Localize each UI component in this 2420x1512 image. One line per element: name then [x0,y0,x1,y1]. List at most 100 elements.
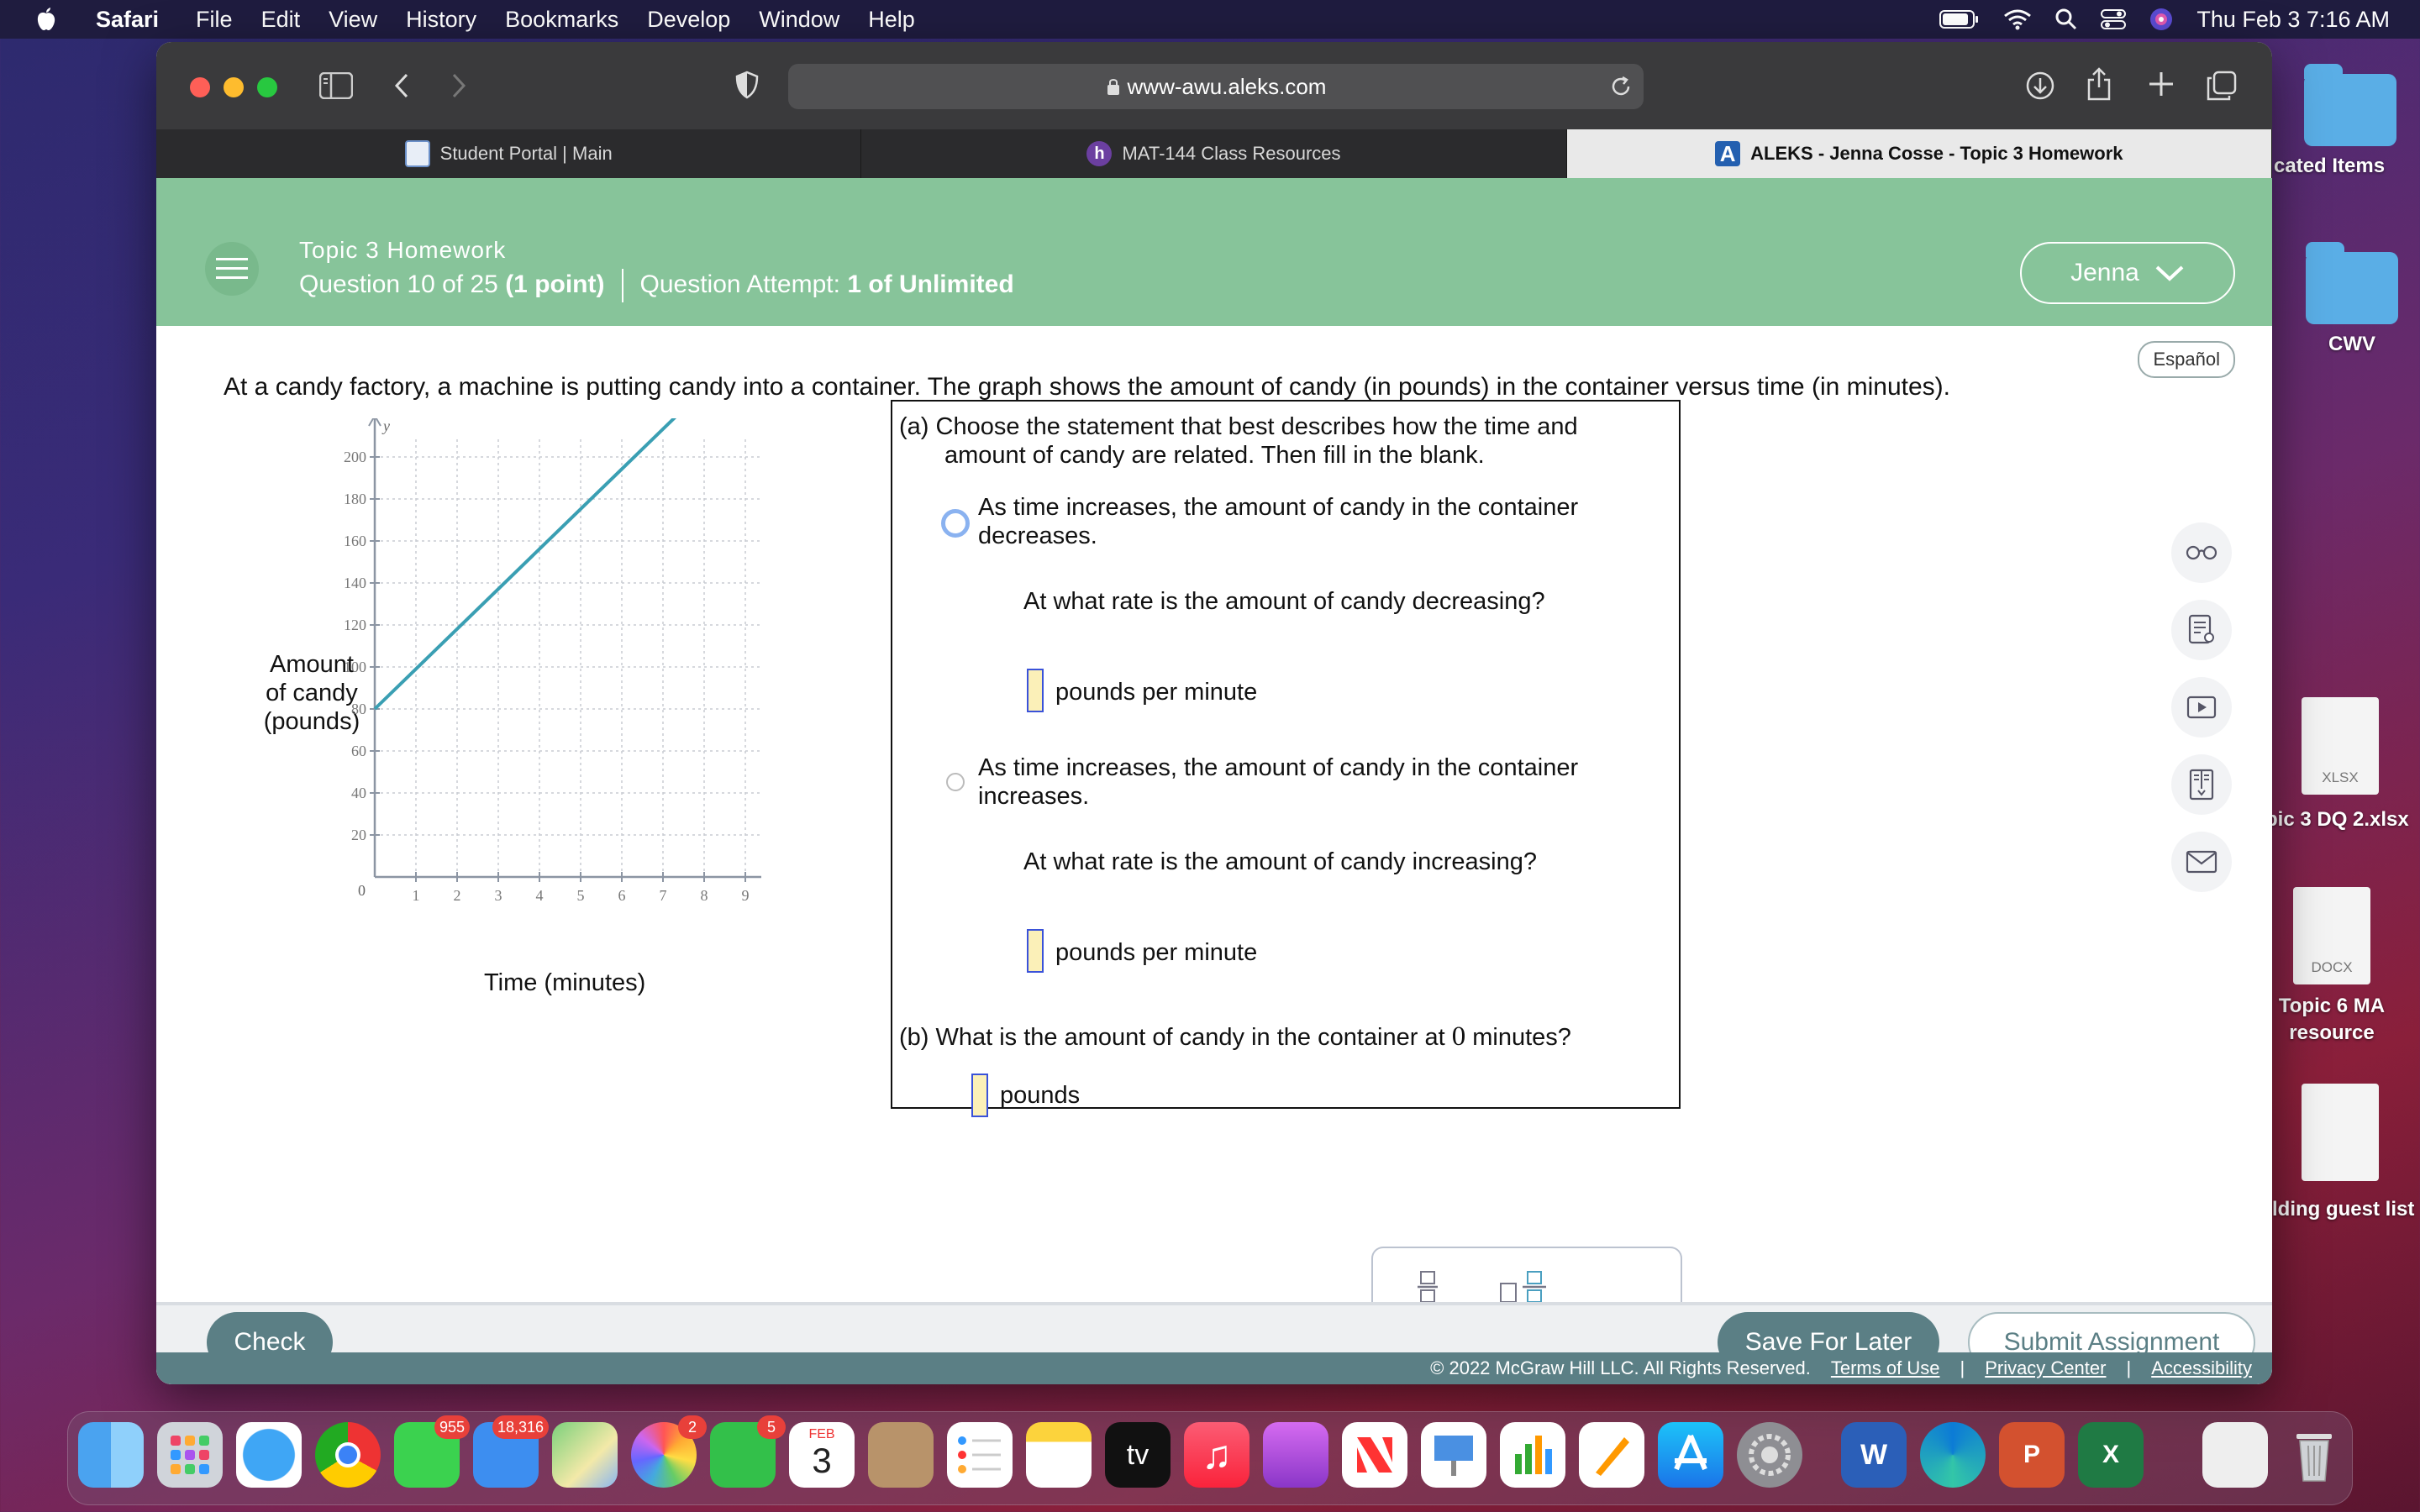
music-icon[interactable]: ♫ [1184,1422,1249,1488]
battery-icon[interactable] [1939,9,1980,29]
safari-compass-icon[interactable] [236,1422,302,1488]
amount-at-zero-input[interactable] [971,1074,988,1117]
rate-decreasing-input[interactable] [1027,669,1044,712]
app-store-icon[interactable] [1658,1422,1723,1488]
edge-icon[interactable] [1920,1422,1986,1488]
sidebar-toggle-icon[interactable] [318,71,354,103]
tab-aleks-homework[interactable]: A ALEKS - Jenna Cosse - Topic 3 Homework [1566,129,2272,178]
x-tick-label: 3 [495,887,502,904]
terms-of-use-link[interactable]: Terms of Use [1831,1357,1940,1379]
menu-window[interactable]: Window [759,7,839,33]
desktop-file-xlsx[interactable]: XLSX pic 3 DQ 2.xlsx [2265,697,2412,832]
chrome-icon[interactable] [315,1422,381,1488]
tab-bar: Student Portal | Main h MAT-144 Class Re… [156,129,2272,178]
video-icon[interactable] [2171,677,2232,738]
spotlight-search-icon[interactable] [2055,8,2077,30]
notes-icon[interactable] [2171,600,2232,660]
calendar-icon[interactable]: FEB 3 [789,1422,855,1488]
back-icon[interactable] [393,72,410,103]
download-icon[interactable] [2025,71,2055,105]
option-decreases-label[interactable]: decreases. [978,522,1097,550]
unit-label: pounds [1000,1082,1081,1109]
notes-app-icon[interactable] [1026,1422,1092,1488]
siri-icon[interactable] [2149,8,2173,31]
address-bar[interactable]: www-awu.aleks.com [788,64,1644,109]
desktop-file-docx[interactable]: DOCX Topic 6 MA resource [2260,887,2403,1047]
share-icon[interactable] [2086,67,2112,105]
facetime-icon[interactable]: 5 [710,1415,786,1488]
menu-view[interactable]: View [329,7,377,33]
textbook-icon[interactable] [2171,754,2232,815]
control-center-icon[interactable] [2101,8,2127,30]
close-window-button[interactable] [190,77,210,97]
desktop-folder-items[interactable]: cated Items [2274,64,2420,178]
option-increases-label[interactable]: As time increases, the amount of candy i… [978,754,1578,782]
menu-icon[interactable] [205,242,259,296]
menu-develop[interactable]: Develop [647,7,730,33]
word-icon[interactable]: W [1841,1422,1907,1488]
part-a-prompt: amount of candy are related. Then fill i… [944,442,1485,469]
podcasts-icon[interactable] [1263,1422,1328,1488]
glasses-icon[interactable] [2171,522,2232,583]
url-text: www-awu.aleks.com [1127,73,1327,99]
pages-icon[interactable] [1579,1422,1644,1488]
system-preferences-icon[interactable] [1737,1422,1802,1488]
question-text: At a candy factory, a machine is putting… [224,373,1950,401]
new-tab-icon[interactable] [2148,71,2175,102]
user-menu-button[interactable]: Jenna [2020,242,2235,304]
option-decreases-radio[interactable] [941,509,970,538]
recent-file-icon[interactable] [2202,1422,2268,1488]
desktop-file-guest-list[interactable]: lding guest list [2269,1084,2415,1221]
tab-student-portal[interactable]: Student Portal | Main [156,129,862,178]
menu-help[interactable]: Help [868,7,915,33]
powerpoint-icon[interactable]: P [1999,1422,2065,1488]
contacts-icon[interactable] [868,1422,934,1488]
privacy-center-link[interactable]: Privacy Center [1985,1357,2106,1379]
option-increases-label[interactable]: increases. [978,783,1089,811]
menu-app-name[interactable]: Safari [96,7,159,33]
x-tick-label: 7 [660,887,667,904]
menu-edit[interactable]: Edit [261,7,301,33]
option-increases-radio[interactable] [946,773,965,791]
mail-icon[interactable]: 18,316 [473,1415,549,1488]
accessibility-link[interactable]: Accessibility [2151,1357,2252,1379]
minimize-window-button[interactable] [224,77,244,97]
espanol-button[interactable]: Español [2138,341,2235,378]
maps-icon[interactable] [552,1422,618,1488]
reminders-icon[interactable] [947,1422,1013,1488]
student-portal-favicon [404,140,430,167]
y-tick-label: 140 [344,575,366,591]
zoom-window-button[interactable] [257,77,277,97]
numbers-icon[interactable] [1500,1422,1565,1488]
option-decreases-label[interactable]: As time increases, the amount of candy i… [978,494,1578,522]
forward-icon[interactable] [450,72,467,103]
messages-icon[interactable]: 955 [394,1415,470,1488]
keynote-icon[interactable] [1421,1422,1486,1488]
desktop-item-label: lding guest list [2272,1198,2415,1221]
tab-class-resources[interactable]: h MAT-144 Class Resources [861,129,1567,178]
desktop-item-label: Topic 6 MA resource [2278,995,2386,1044]
reload-icon[interactable] [1610,76,1632,97]
menu-file[interactable]: File [196,7,233,33]
desktop-item-label: pic 3 DQ 2.xlsx [2265,808,2409,831]
news-icon[interactable] [1342,1422,1407,1488]
desktop-folder-cwv[interactable]: CWV [2281,242,2420,356]
trash-icon[interactable] [2281,1422,2347,1488]
tab-overview-icon[interactable] [2207,71,2237,105]
apple-tv-icon[interactable]: tv [1105,1422,1171,1488]
apple-icon[interactable] [35,7,59,32]
privacy-shield-icon[interactable] [734,71,760,103]
photos-icon[interactable]: 2 [631,1415,707,1488]
email-icon[interactable] [2171,832,2232,892]
y-tick-label: 200 [344,449,366,465]
wifi-icon[interactable] [2003,8,2032,30]
menu-bookmarks[interactable]: Bookmarks [505,7,618,33]
rate-increasing-input[interactable] [1027,929,1044,973]
finder-icon[interactable] [78,1422,144,1488]
link-divider: | [2126,1357,2132,1378]
menu-clock[interactable]: Thu Feb 3 7:16 AM [2196,7,2390,33]
excel-icon[interactable]: X [2078,1422,2144,1488]
x-tick-label: 2 [454,887,461,904]
launchpad-icon[interactable] [157,1422,223,1488]
menu-history[interactable]: History [406,7,476,33]
